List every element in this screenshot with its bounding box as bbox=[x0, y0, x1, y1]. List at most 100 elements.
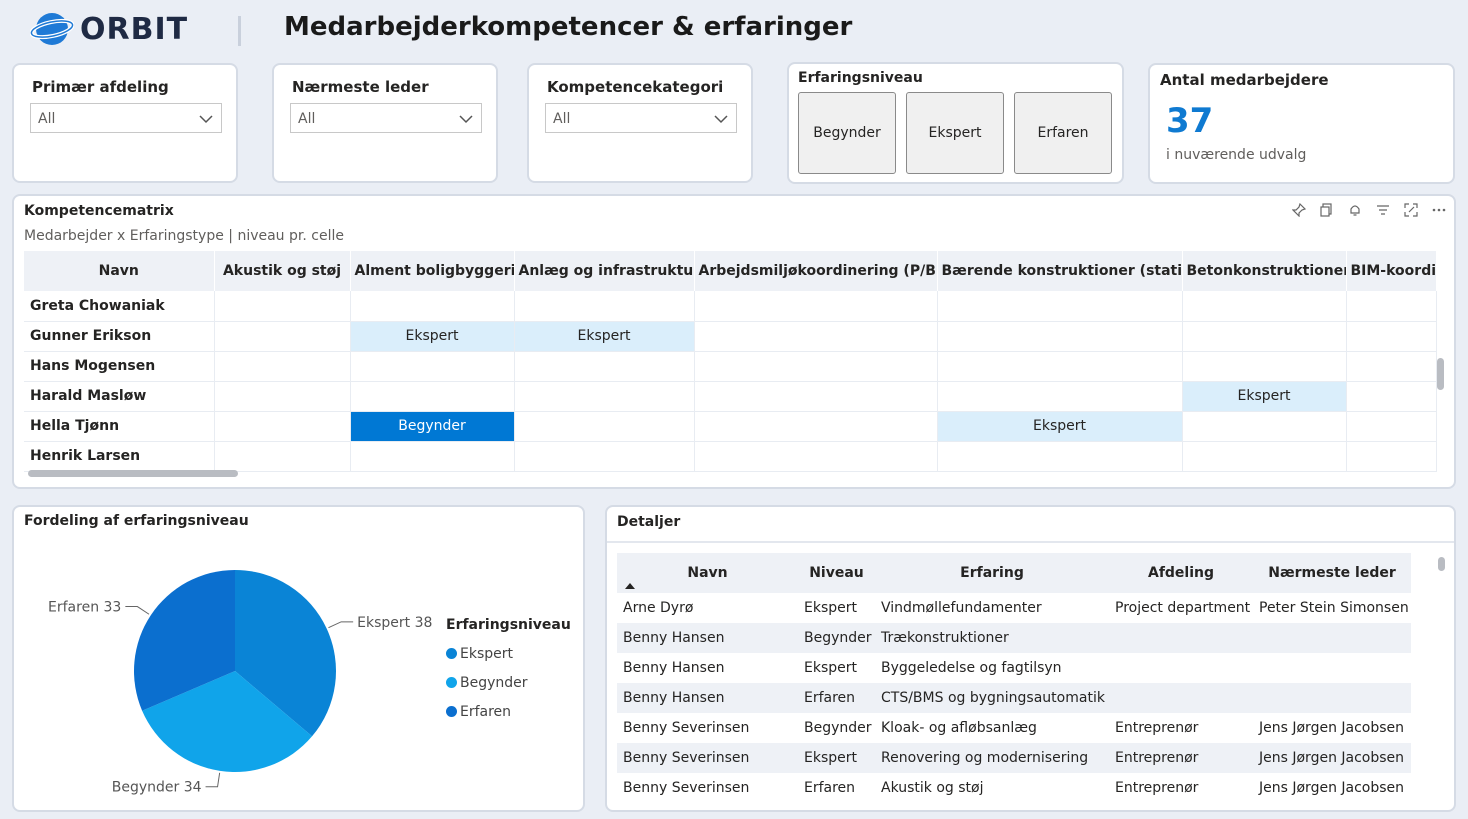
cell-experience: Trækonstruktioner bbox=[875, 623, 1109, 653]
matrix-cell[interactable] bbox=[514, 441, 695, 472]
matrix-cell[interactable] bbox=[1182, 291, 1347, 322]
manager-dropdown[interactable]: All bbox=[290, 103, 482, 133]
horizontal-scrollbar[interactable] bbox=[28, 470, 238, 477]
legend-item-begynder[interactable]: Begynder bbox=[446, 668, 571, 697]
pin-icon[interactable] bbox=[1289, 200, 1308, 219]
column-header[interactable]: Arbejdsmiljøkoordinering (P/B) bbox=[694, 251, 938, 291]
cell-department: Project department bbox=[1115, 600, 1251, 616]
table-row[interactable]: Benny Severinsen Ekspert Renovering og mod… bbox=[617, 743, 1411, 773]
column-header[interactable]: Bærende konstruktioner (statik) bbox=[937, 251, 1183, 291]
matrix-cell[interactable] bbox=[514, 411, 695, 442]
matrix-cell[interactable] bbox=[350, 441, 515, 472]
more-options-icon[interactable] bbox=[1429, 200, 1448, 219]
vertical-scrollbar[interactable] bbox=[1437, 358, 1444, 390]
filter-icon[interactable] bbox=[1373, 200, 1392, 219]
table-row[interactable]: Benny Hansen Erfaren CTS/BMS og bygningsau… bbox=[617, 683, 1411, 713]
column-header[interactable]: Navn bbox=[24, 251, 215, 291]
pie-data-label: Ekspert 38 bbox=[357, 615, 432, 631]
matrix-cell[interactable]: Ekspert bbox=[514, 321, 695, 352]
matrix-cell[interactable] bbox=[694, 441, 938, 472]
matrix-row[interactable]: Hella Tjønn Begynder Ekspert bbox=[24, 411, 1437, 442]
table-row[interactable]: Benny Hansen Ekspert Byggeledelse og fagti… bbox=[617, 653, 1411, 683]
matrix-row[interactable]: Gunner Erikson Ekspert Ekspert bbox=[24, 321, 1437, 352]
legend-title: Erfaringsniveau bbox=[446, 617, 571, 633]
matrix-cell[interactable] bbox=[214, 351, 351, 382]
matrix-cell[interactable] bbox=[514, 381, 695, 412]
matrix-cell[interactable] bbox=[694, 351, 938, 382]
matrix-cell[interactable] bbox=[694, 381, 938, 412]
column-header[interactable]: Anlæg og infrastruktur bbox=[514, 251, 695, 291]
column-header[interactable]: Alment boligbyggeri bbox=[350, 251, 515, 291]
filter-button-begynder[interactable]: Begynder bbox=[798, 92, 896, 174]
matrix-cell[interactable] bbox=[937, 291, 1183, 322]
department-dropdown[interactable]: All bbox=[30, 103, 222, 133]
pie-leader-line bbox=[125, 606, 150, 615]
column-header-leder[interactable]: Nærmeste leder bbox=[1253, 553, 1411, 593]
matrix-row[interactable]: Harald Masløw Ekspert bbox=[24, 381, 1437, 412]
bell-icon[interactable] bbox=[1345, 200, 1364, 219]
matrix-row[interactable]: Henrik Larsen bbox=[24, 441, 1437, 472]
matrix-cell[interactable] bbox=[514, 351, 695, 382]
filter-button-ekspert[interactable]: Ekspert bbox=[906, 92, 1004, 174]
matrix-row[interactable]: Hans Mogensen bbox=[24, 351, 1437, 382]
matrix-cell[interactable] bbox=[1346, 321, 1437, 352]
legend-dot bbox=[446, 648, 457, 659]
column-header[interactable]: Akustik og støj bbox=[214, 251, 351, 291]
matrix-cell[interactable] bbox=[214, 291, 351, 322]
legend-dot bbox=[446, 677, 457, 688]
legend-item-ekspert[interactable]: Ekspert bbox=[446, 639, 571, 668]
matrix-cell[interactable] bbox=[214, 411, 351, 442]
matrix-cell[interactable] bbox=[1346, 351, 1437, 382]
cell-name: Benny Severinsen bbox=[617, 743, 798, 773]
table-row[interactable]: Benny Severinsen Erfaren Akustik og støj En… bbox=[617, 773, 1411, 803]
matrix-cell[interactable] bbox=[1346, 411, 1437, 442]
matrix-cell[interactable] bbox=[350, 291, 515, 322]
matrix-cell[interactable] bbox=[350, 351, 515, 382]
vertical-scrollbar[interactable] bbox=[1438, 557, 1445, 571]
matrix-cell[interactable]: Ekspert bbox=[937, 411, 1183, 442]
matrix-cell[interactable] bbox=[937, 441, 1183, 472]
matrix-cell[interactable] bbox=[214, 381, 351, 412]
copy-icon[interactable] bbox=[1317, 200, 1336, 219]
column-header-niveau[interactable]: Niveau bbox=[798, 553, 875, 593]
matrix-row[interactable]: Greta Chowaniak bbox=[24, 291, 1437, 322]
matrix-cell[interactable] bbox=[1182, 411, 1347, 442]
chevron-down-icon bbox=[714, 115, 728, 124]
column-header-afdeling[interactable]: Afdeling bbox=[1109, 553, 1253, 593]
category-dropdown[interactable]: All bbox=[545, 103, 737, 133]
cell-level: Ekspert bbox=[798, 743, 875, 773]
table-row[interactable]: Arne Dyrø Ekspert Vindmøllefundamenter Proj… bbox=[617, 593, 1411, 623]
matrix-cell[interactable] bbox=[694, 411, 938, 442]
matrix-cell[interactable] bbox=[694, 291, 938, 322]
cell-manager: Jens Jørgen Jacobsen bbox=[1259, 720, 1405, 736]
column-header[interactable]: Betonkonstruktioner bbox=[1182, 251, 1347, 291]
matrix-cell[interactable] bbox=[1182, 441, 1347, 472]
filter-button-erfaren[interactable]: Erfaren bbox=[1014, 92, 1112, 174]
matrix-cell[interactable] bbox=[937, 381, 1183, 412]
matrix-cell[interactable] bbox=[1346, 441, 1437, 472]
matrix-cell[interactable] bbox=[514, 291, 695, 322]
matrix-cell[interactable]: Begynder bbox=[350, 411, 515, 442]
column-header-erfaring[interactable]: Erfaring bbox=[875, 553, 1109, 593]
sort-ascending-icon[interactable] bbox=[625, 583, 635, 589]
column-header-navn[interactable]: Navn bbox=[617, 553, 798, 593]
column-header[interactable]: BIM-koordin bbox=[1346, 251, 1437, 291]
matrix-cell[interactable] bbox=[694, 321, 938, 352]
matrix-cell[interactable] bbox=[1182, 321, 1347, 352]
matrix-cell[interactable] bbox=[350, 381, 515, 412]
employee-name: Hans Mogensen bbox=[24, 351, 215, 382]
table-row[interactable]: Benny Hansen Begynder Trækonstruktioner bbox=[617, 623, 1411, 653]
matrix-cell[interactable] bbox=[214, 321, 351, 352]
matrix-cell[interactable] bbox=[937, 321, 1183, 352]
matrix-cell[interactable] bbox=[214, 441, 351, 472]
matrix-cell[interactable] bbox=[937, 351, 1183, 382]
matrix-cell[interactable] bbox=[1346, 381, 1437, 412]
matrix-cell[interactable] bbox=[1346, 291, 1437, 322]
matrix-cell[interactable]: Ekspert bbox=[350, 321, 515, 352]
dropdown-value: All bbox=[298, 111, 316, 127]
legend-item-erfaren[interactable]: Erfaren bbox=[446, 697, 571, 726]
matrix-cell[interactable] bbox=[1182, 351, 1347, 382]
table-row[interactable]: Benny Severinsen Begynder Kloak- og afløbs… bbox=[617, 713, 1411, 743]
focus-mode-icon[interactable] bbox=[1401, 200, 1420, 219]
matrix-cell[interactable]: Ekspert bbox=[1182, 381, 1347, 412]
